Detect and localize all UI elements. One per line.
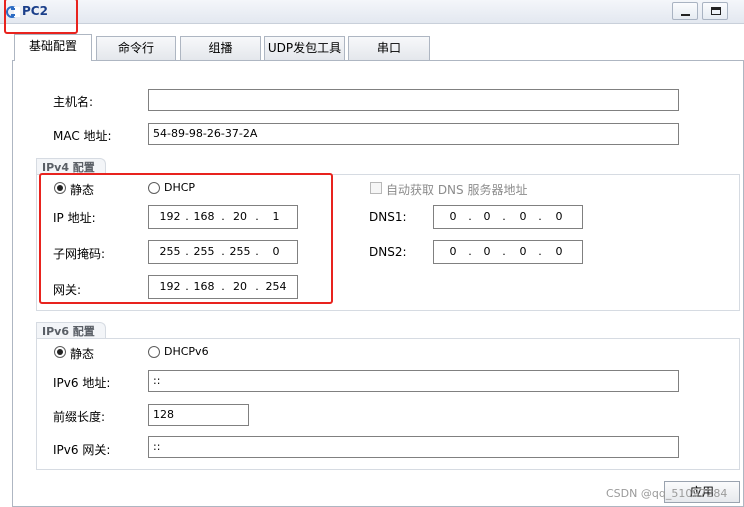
- minimize-button[interactable]: [672, 2, 698, 20]
- dns2-octet-3: 0: [519, 245, 527, 258]
- mac-address-field[interactable]: 54-89-98-26-37-2A: [148, 123, 679, 145]
- ipv6-dhcp-label: DHCPv6: [164, 345, 209, 358]
- tab-basic-config[interactable]: 基础配置: [14, 34, 92, 61]
- hostname-field[interactable]: [148, 89, 679, 111]
- minimize-icon: [681, 14, 690, 16]
- dns1-octet-3: 0: [519, 210, 527, 223]
- title-highlight-box: [4, 0, 78, 34]
- tab-serial-port[interactable]: 串口: [348, 36, 430, 60]
- dns2-octet-1: 0: [449, 245, 457, 258]
- dns2-dot: .: [502, 245, 506, 258]
- prefix-length-label: 前缀长度:: [53, 410, 106, 424]
- dns1-field[interactable]: 0 . 0 . 0 . 0: [433, 205, 583, 229]
- auto-dns-checkbox[interactable]: [370, 182, 382, 194]
- hostname-label: 主机名:: [53, 95, 94, 109]
- prefix-length-field[interactable]: 128: [148, 404, 249, 426]
- dns1-dot: .: [538, 210, 542, 223]
- maximize-button[interactable]: [702, 2, 728, 20]
- mac-address-label: MAC 地址:: [53, 129, 112, 143]
- ipv6-static-radio[interactable]: [54, 346, 66, 358]
- ipv4-highlight-box: [39, 173, 333, 304]
- dns2-dot: .: [538, 245, 542, 258]
- tab-udp-tool[interactable]: UDP发包工具: [264, 36, 345, 60]
- maximize-icon: [711, 7, 721, 15]
- watermark: CSDN @qq_51097284: [606, 487, 728, 500]
- title-bar: PC2: [0, 0, 744, 24]
- dns1-octet-1: 0: [449, 210, 457, 223]
- dns1-octet-2: 0: [483, 210, 491, 223]
- dns2-octet-2: 0: [483, 245, 491, 258]
- auto-dns-label: 自动获取 DNS 服务器地址: [386, 183, 528, 197]
- ipv6-gateway-label: IPv6 网关:: [53, 443, 111, 457]
- ipv6-address-field[interactable]: ::: [148, 370, 679, 392]
- ipv6-dhcp-radio[interactable]: [148, 346, 160, 358]
- tab-multicast[interactable]: 组播: [180, 36, 261, 60]
- dns2-label: DNS2:: [369, 245, 407, 259]
- ipv6-address-label: IPv6 地址:: [53, 376, 111, 390]
- dns2-octet-4: 0: [555, 245, 563, 258]
- dns1-dot: .: [502, 210, 506, 223]
- dns1-label: DNS1:: [369, 210, 407, 224]
- ipv6-static-label: 静态: [70, 347, 95, 361]
- dns2-field[interactable]: 0 . 0 . 0 . 0: [433, 240, 583, 264]
- dns1-octet-4: 0: [555, 210, 563, 223]
- ipv6-gateway-field[interactable]: ::: [148, 436, 679, 458]
- tab-command-line[interactable]: 命令行: [96, 36, 176, 60]
